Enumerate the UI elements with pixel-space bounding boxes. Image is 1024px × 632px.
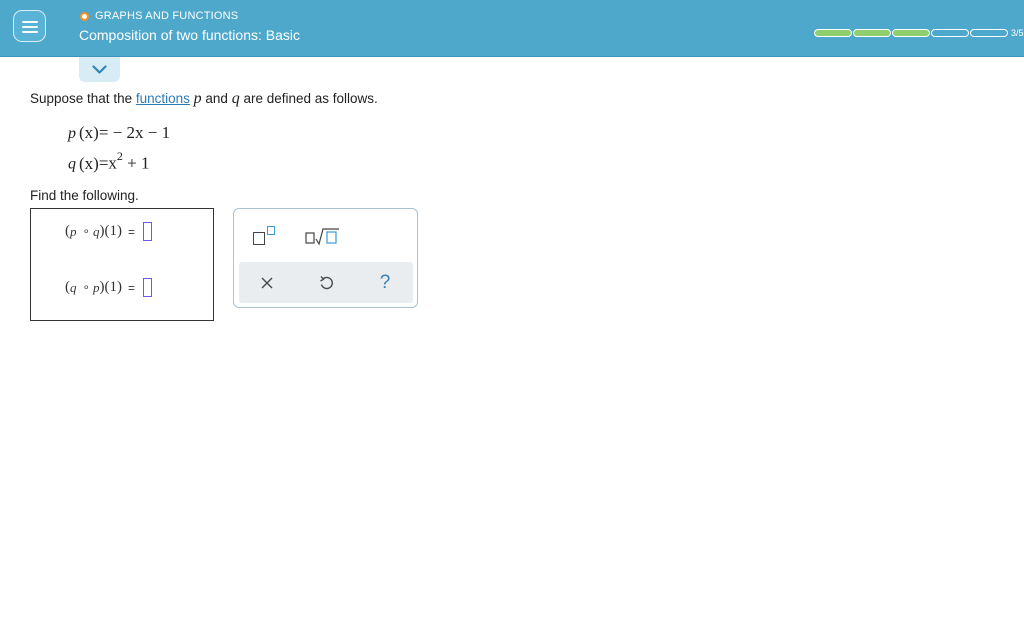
problem-intro: Suppose that the functions p and q are d… — [30, 90, 378, 108]
progress-segment — [814, 29, 852, 37]
topic-status-icon — [80, 11, 89, 21]
intro-text: Suppose that the — [30, 91, 136, 106]
palette-action-bar: ? — [239, 262, 413, 303]
clear-button[interactable] — [247, 262, 287, 303]
equals-sign: = — [128, 224, 136, 239]
p-definition: p (x)= − 2x − 1 — [68, 123, 170, 143]
outer-function: q — [70, 279, 77, 295]
hamburger-icon-line — [22, 31, 38, 33]
math-palette: ? — [233, 208, 418, 308]
p-def-rhs: = − 2x − 1 — [98, 123, 171, 142]
square-root-icon — [305, 228, 339, 246]
superscript-button[interactable] — [253, 225, 279, 247]
progress-segment — [931, 29, 969, 37]
top-header: GRAPHS AND FUNCTIONS Composition of two … — [0, 0, 1024, 57]
var-p: p — [193, 90, 202, 107]
var-q: q — [231, 90, 240, 107]
q-def-rhs: =x — [98, 153, 117, 173]
menu-button[interactable] — [13, 10, 46, 42]
progress-label: 3/5 — [1011, 28, 1024, 38]
undo-icon — [320, 275, 333, 289]
answer-input-1[interactable] — [143, 222, 153, 241]
outer-function: p — [70, 223, 77, 239]
q-def-lhs: q — [68, 155, 76, 173]
intro-and: and — [201, 91, 232, 106]
composition-arg: (1) — [104, 279, 123, 295]
help-icon: ? — [379, 271, 391, 293]
undo-button[interactable] — [306, 262, 346, 303]
p-def-arg: (x) — [79, 123, 99, 142]
topic-label: GRAPHS AND FUNCTIONS — [80, 9, 238, 23]
chevron-down-icon — [92, 65, 107, 74]
intro-text-end: are defined as follows. — [239, 91, 378, 106]
composition-arg: (1) — [104, 223, 123, 239]
compose-operator: ∘ — [82, 224, 91, 238]
equals-sign: = — [128, 280, 136, 295]
q-def-exponent: 2 — [116, 149, 123, 163]
help-button[interactable]: ? — [365, 262, 405, 303]
functions-link[interactable]: functions — [136, 91, 190, 106]
answer-input-2[interactable] — [143, 278, 153, 297]
square-root-button[interactable] — [305, 225, 341, 247]
hamburger-icon-line — [22, 26, 38, 28]
p-def-lhs: p — [68, 125, 76, 142]
topic-text: GRAPHS AND FUNCTIONS — [95, 10, 239, 22]
collapse-button[interactable] — [79, 57, 120, 82]
q-def-rhs-end: + 1 — [122, 153, 150, 173]
hamburger-icon-line — [22, 21, 38, 23]
composition-q-of-p: (q ∘ p) (1) = — [65, 278, 153, 297]
compose-operator: ∘ — [82, 280, 91, 294]
q-def-arg: (x) — [79, 153, 99, 173]
progress-segment — [892, 29, 930, 37]
progress-segment — [853, 29, 891, 37]
find-label: Find the following. — [30, 188, 139, 203]
superscript-icon-exponent — [267, 226, 275, 235]
progress-segment — [970, 29, 1008, 37]
lesson-title: Composition of two functions: Basic — [79, 27, 300, 43]
superscript-icon — [253, 232, 265, 245]
progress-bar — [814, 29, 1009, 37]
composition-p-of-q: (p ∘ q) (1) = — [65, 222, 153, 241]
clear-icon — [261, 277, 273, 288]
q-definition: q (x)=x2 + 1 — [68, 149, 150, 174]
